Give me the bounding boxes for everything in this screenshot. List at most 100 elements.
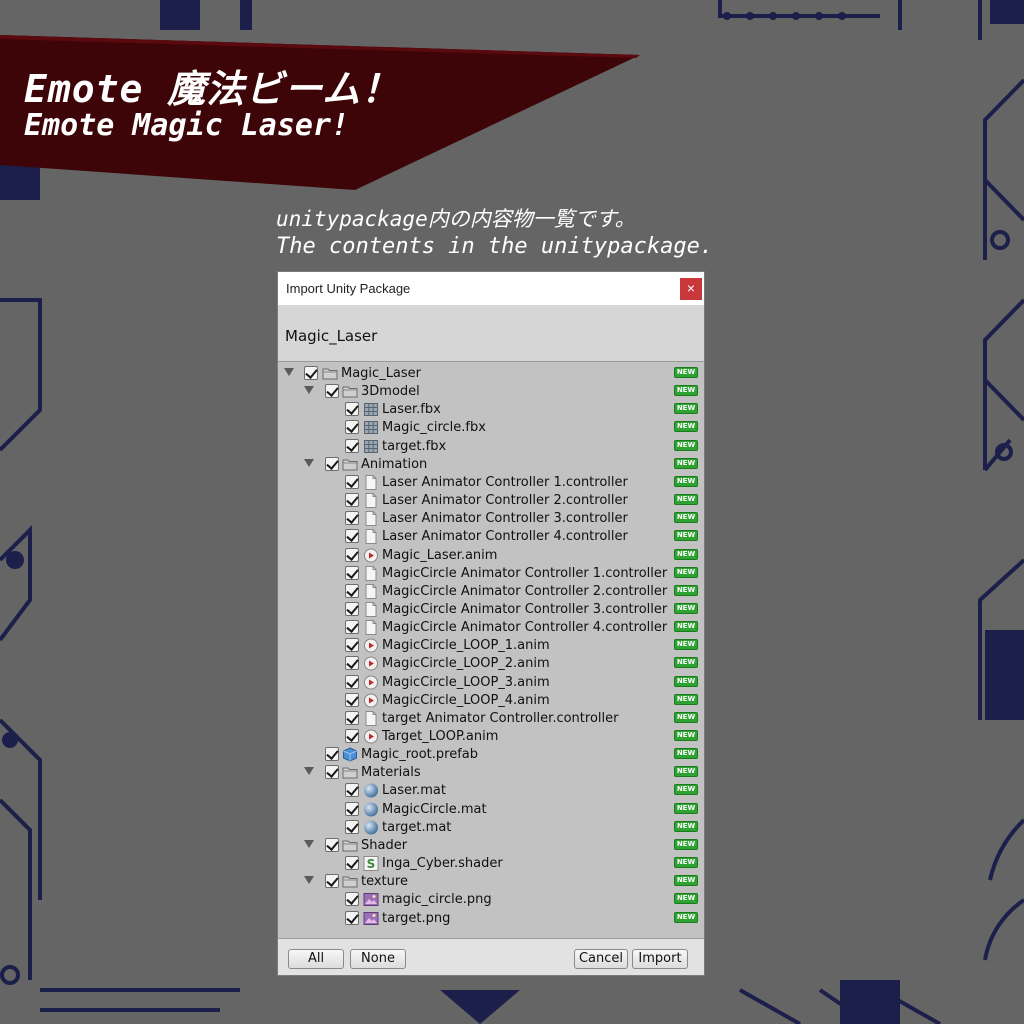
tree-row[interactable]: target.png NEW [278, 910, 704, 928]
mesh-icon [363, 420, 379, 435]
item-checkbox[interactable] [345, 547, 359, 562]
new-badge: NEW [674, 802, 698, 814]
folder-icon [342, 874, 358, 889]
tree-row[interactable]: texture NEW [278, 873, 704, 891]
expand-arrow-icon[interactable] [304, 767, 314, 776]
tree-row[interactable]: magic_circle.png NEW [278, 891, 704, 909]
new-badge: NEW [674, 657, 698, 669]
item-checkbox[interactable] [345, 402, 359, 417]
tree-row[interactable]: MagicCircle Animator Controller 2.contro… [278, 583, 704, 601]
tree-row[interactable]: Laser Animator Controller 3.controller NE… [278, 510, 704, 528]
item-checkbox[interactable] [345, 565, 359, 580]
item-checkbox[interactable] [325, 837, 339, 852]
item-checkbox[interactable] [345, 692, 359, 707]
item-checkbox[interactable] [345, 529, 359, 544]
cancel-button[interactable]: Cancel [574, 949, 628, 969]
subtitle-english: The contents in the unitypackage. [276, 234, 714, 259]
item-checkbox[interactable] [325, 874, 339, 889]
tree-row[interactable]: Laser Animator Controller 4.controller NE… [278, 528, 704, 546]
tree-row[interactable]: target.fbx NEW [278, 438, 704, 456]
item-checkbox[interactable] [325, 765, 339, 780]
new-badge: NEW [674, 385, 698, 397]
file-icon [363, 710, 379, 726]
tree-row[interactable]: S Inga_Cyber.shader NEW [278, 855, 704, 873]
new-badge: NEW [674, 566, 698, 578]
item-label: target.png [382, 910, 451, 926]
item-checkbox[interactable] [345, 474, 359, 489]
dialog-titlebar[interactable]: Import Unity Package × [278, 272, 704, 306]
item-checkbox[interactable] [345, 783, 359, 798]
tree-row[interactable]: Animation NEW [278, 456, 704, 474]
item-checkbox[interactable] [345, 856, 359, 871]
tree-row[interactable]: Laser Animator Controller 2.controller NE… [278, 492, 704, 510]
tree-row[interactable]: Magic_Laser NEW [278, 365, 704, 383]
tree-row[interactable]: Laser.mat NEW [278, 782, 704, 800]
item-label: MagicCircle Animator Controller 3.contro… [382, 601, 668, 617]
tree-row[interactable]: MagicCircle_LOOP_1.anim NEW [278, 637, 704, 655]
tree-row[interactable]: target Animator Controller.controller NEW [278, 710, 704, 728]
tree-row[interactable]: MagicCircle Animator Controller 4.contro… [278, 619, 704, 637]
expand-arrow-icon[interactable] [304, 839, 314, 848]
animation-icon [363, 693, 379, 708]
import-unity-package-dialog: Import Unity Package × Magic_Laser Magic… [277, 271, 705, 976]
item-label: Magic_Laser.anim [382, 547, 498, 563]
tree-row[interactable]: Laser Animator Controller 1.controller NE… [278, 474, 704, 492]
item-label: Materials [361, 765, 421, 781]
import-button[interactable]: Import [632, 949, 688, 969]
close-button[interactable]: × [680, 278, 702, 300]
item-checkbox[interactable] [345, 710, 359, 725]
all-button[interactable]: All [288, 949, 344, 969]
expand-arrow-icon[interactable] [304, 458, 314, 467]
item-checkbox[interactable] [345, 438, 359, 453]
subtitle-japanese: unitypackage内の内容物一覧です。 [276, 207, 636, 231]
new-badge: NEW [674, 602, 698, 614]
item-checkbox[interactable] [304, 366, 318, 380]
item-checkbox[interactable] [345, 801, 359, 816]
tree-row[interactable]: MagicCircle_LOOP_2.anim NEW [278, 655, 704, 673]
item-checkbox[interactable] [345, 620, 359, 635]
item-label: Inga_Cyber.shader [382, 856, 503, 872]
none-button[interactable]: None [350, 949, 406, 969]
tree-row[interactable]: Magic_Laser.anim NEW [278, 547, 704, 565]
item-checkbox[interactable] [345, 892, 359, 907]
item-checkbox[interactable] [345, 656, 359, 671]
item-checkbox[interactable] [345, 583, 359, 598]
tree-row[interactable]: 3Dmodel NEW [278, 383, 704, 401]
tree-row[interactable]: MagicCircle Animator Controller 3.contro… [278, 601, 704, 619]
folder-icon [342, 384, 358, 399]
tree-row[interactable]: Magic_root.prefab NEW [278, 746, 704, 764]
item-checkbox[interactable] [345, 910, 359, 925]
new-badge: NEW [674, 693, 698, 705]
tree-row[interactable]: Magic_circle.fbx NEW [278, 419, 704, 437]
item-checkbox[interactable] [345, 674, 359, 689]
item-checkbox[interactable] [345, 638, 359, 653]
item-checkbox[interactable] [345, 420, 359, 435]
asset-tree: Magic_Laser NEW 3Dmodel NEW Laser.fbx NEW Magi… [278, 365, 704, 937]
tree-row[interactable]: Materials NEW [278, 764, 704, 782]
item-checkbox[interactable] [345, 601, 359, 616]
tree-row[interactable]: Target_LOOP.anim NEW [278, 728, 704, 746]
tree-row[interactable]: Laser.fbx NEW [278, 401, 704, 419]
item-checkbox[interactable] [325, 456, 339, 471]
tree-row[interactable]: MagicCircle_LOOP_3.anim NEW [278, 674, 704, 692]
banner-title-english: Emote Magic Laser! [24, 108, 350, 143]
expand-arrow-icon[interactable] [304, 876, 314, 885]
item-checkbox[interactable] [345, 729, 359, 743]
tree-row[interactable]: MagicCircle.mat NEW [278, 801, 704, 819]
new-badge: NEW [674, 475, 698, 487]
item-label: Laser Animator Controller 1.controller [382, 474, 628, 490]
tree-row[interactable]: target.mat NEW [278, 819, 704, 837]
item-checkbox[interactable] [345, 493, 359, 508]
tree-row[interactable]: MagicCircle_LOOP_4.anim NEW [278, 692, 704, 710]
item-label: MagicCircle Animator Controller 4.contro… [382, 620, 668, 636]
tree-row[interactable]: Shader NEW [278, 837, 704, 855]
item-checkbox[interactable] [345, 511, 359, 526]
expand-arrow-icon[interactable] [284, 368, 294, 376]
animation-icon [363, 656, 379, 671]
tree-row[interactable]: MagicCircle Animator Controller 1.contro… [278, 565, 704, 583]
expand-arrow-icon[interactable] [304, 386, 314, 395]
item-checkbox[interactable] [345, 819, 359, 834]
item-checkbox[interactable] [325, 747, 339, 762]
folder-icon [342, 765, 358, 780]
item-checkbox[interactable] [325, 384, 339, 399]
